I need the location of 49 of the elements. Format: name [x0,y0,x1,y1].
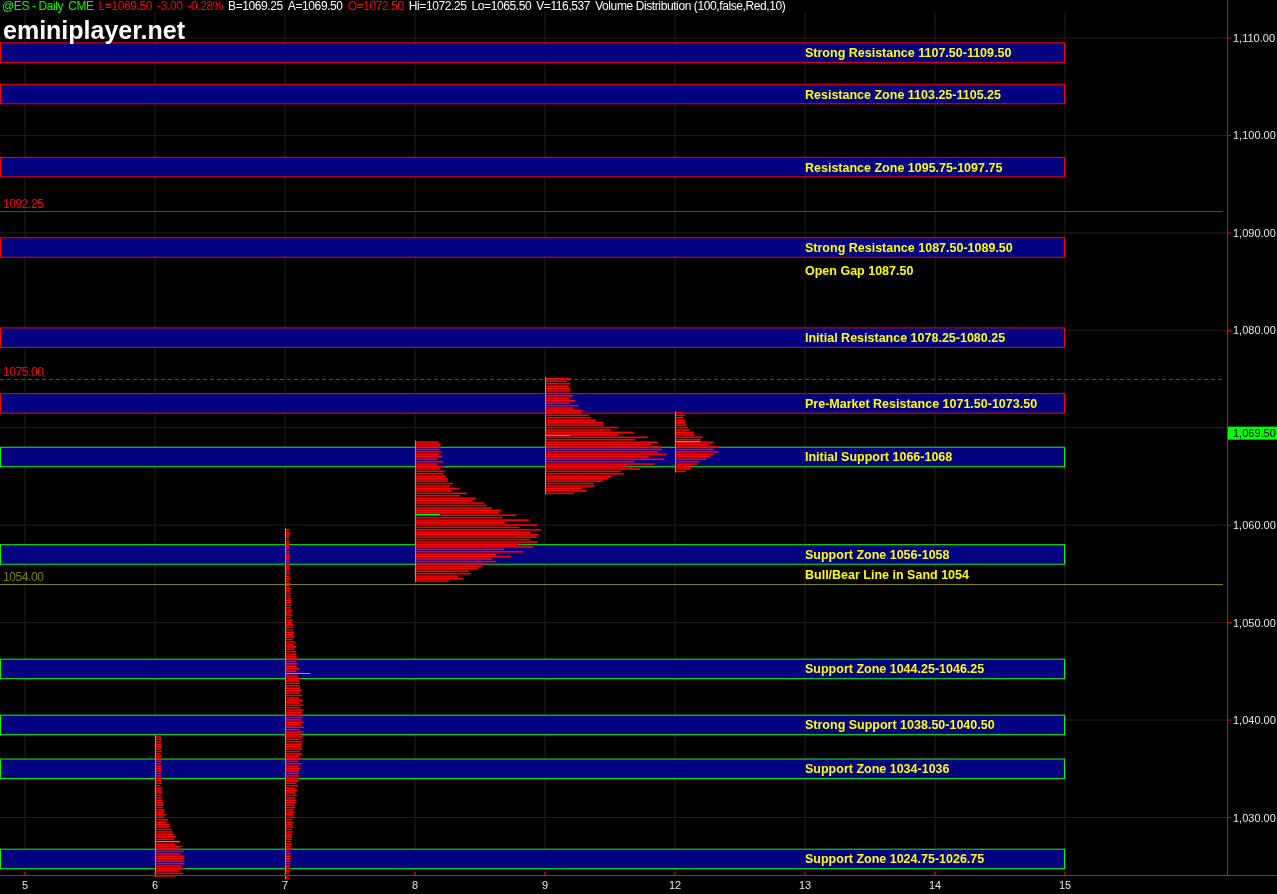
zone-label: Resistance Zone 1095.75-1097.75 [805,160,1003,175]
current-price-tag: 1,069.50 [1228,426,1277,440]
axis-label: 1,090.00 [1233,226,1276,239]
price-label: 1054.00 [3,569,44,584]
axis-label: 14 [928,879,942,891]
axis-label: 1,050.00 [1233,616,1276,629]
axis-label: 1,030.00 [1233,811,1276,824]
axis-label: 12 [668,879,682,891]
chart-note: Bull/Bear Line in Sand 1054 [805,567,969,582]
quote-field: Hi=1072.25 [408,0,467,13]
quote-field: B=1069.25 [228,0,283,13]
zone-label: Strong Resistance 1087.50-1089.50 [805,241,1013,255]
zone-label: Strong Resistance 1107.50-1109.50 [805,46,1012,61]
quote-field: O=1072.50 [347,0,404,13]
quote-field: A=1069.50 [287,0,343,13]
zone-label: Initial Resistance 1078.25-1080.25 [805,331,1006,346]
axis-label: 5 [21,879,29,891]
volume-profile-drawing [675,410,720,474]
axis-label: 13 [798,879,812,891]
axis-label: 6 [151,879,159,891]
axis-label: 1,040.00 [1233,714,1276,727]
quote-field: Volume Distribution (100,false,Red,10) [595,0,786,13]
zone-label: Pre-Market Resistance 1071.50-1073.50 [805,396,1038,411]
price-label: 1075.00 [3,364,44,379]
zone-label: Support Zone 1044.25-1046.25 [805,662,985,677]
axis-label: 8 [411,879,419,891]
quote-field: -3.00 [157,0,183,13]
axis-label: 1,080.00 [1233,324,1276,337]
price-label: 1092.25 [3,196,44,211]
site-logo: eminiplayer.net [3,15,186,45]
zone-label: Initial Support 1066-1068 [805,450,953,465]
zone-label: Strong Support 1038.50-1040.50 [805,718,995,733]
zone-label: Support Zone 1034-1036 [805,762,950,777]
axis-label: 9 [541,879,549,891]
chart-note: Open Gap 1087.50 [805,263,914,278]
quote-field: -0.28% [187,0,224,13]
axis-label: 1,100.00 [1233,129,1276,142]
quote-field: L=1069.50 [98,0,153,13]
zone-label: Resistance Zone 1103.25-1105.25 [805,87,1001,102]
quote-field: Lo=1065.50 [471,0,532,13]
axis-label: 1,060.00 [1233,519,1276,532]
axis-label: 15 [1058,879,1072,891]
quote-field: V=116,537 [536,0,591,13]
axis-label: 1,110.00 [1233,32,1275,44]
axis-label: 7 [281,879,289,891]
quote-field: @ES - Daily [2,0,64,13]
zone-label: Support Zone 1024.75-1026.75 [805,852,985,867]
zone-label: Support Zone 1056-1058 [805,547,950,562]
quote-field: CME [68,0,94,13]
